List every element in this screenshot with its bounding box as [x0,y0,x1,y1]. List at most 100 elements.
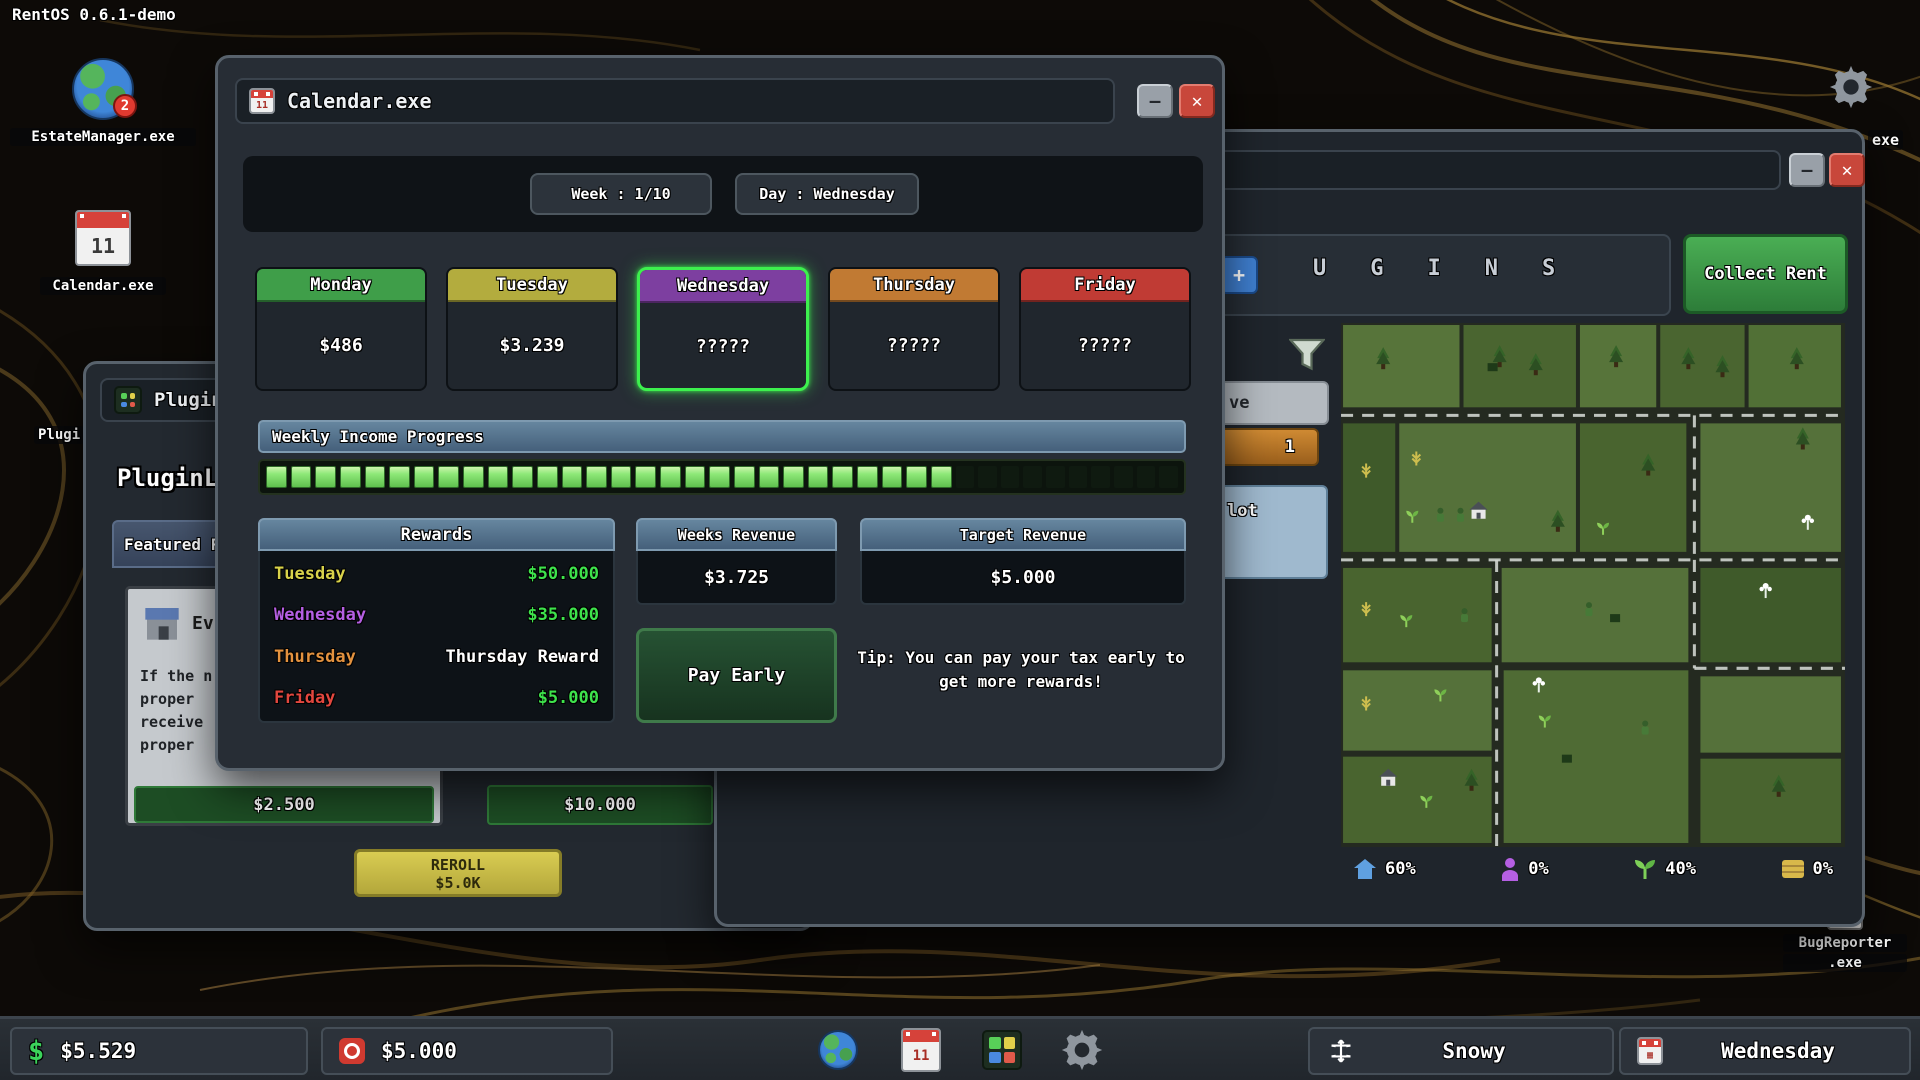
plugins-icon [114,386,142,414]
progress-segment [1023,466,1042,488]
price-button[interactable]: $2.500 [134,786,434,823]
weekday-display[interactable]: ▦ Wednesday [1619,1027,1911,1075]
taskbar: $ $5.529 $5.000 11 Snowy [0,1016,1920,1080]
money-value: $5.529 [60,1039,136,1063]
calendar-window-titlebar[interactable]: 11 Calendar.exe [235,78,1115,124]
calendar-header-panel [243,156,1203,232]
day-button[interactable]: Day : Wednesday [735,173,919,215]
weekly-progress-bar [258,459,1186,495]
day-value: ????? [640,303,806,389]
reward-value: $50.000 [527,564,599,584]
minimize-button[interactable]: – [1137,84,1173,118]
reward-row: Tuesday $50.000 [274,554,599,594]
window-calendar[interactable]: 11 Calendar.exe – ✕ Week : 1/10 Day : We… [215,55,1225,771]
plugins-tab-letters[interactable]: U G I N S [1313,256,1555,281]
estate-map[interactable] [1341,323,1845,847]
progress-segment [488,466,509,488]
desktop: RentOS 0.6.1-demo 2 EstateManager.exe 11… [0,0,1920,1080]
reward-day: Wednesday [274,605,366,625]
slot-count-button[interactable]: 1 [1209,428,1319,466]
day-card-tuesday[interactable]: Tuesday $3.239 [446,267,618,391]
progress-segment [660,466,681,488]
pay-early-button[interactable]: Pay Early [636,628,837,723]
progress-segment [906,466,927,488]
progress-segment [414,466,435,488]
taskbar-calendar-icon[interactable]: 11 [901,1028,941,1072]
day-name: Tuesday [448,269,616,302]
reroll-button[interactable]: REROLL $5.0K [354,849,562,897]
icon-calendar[interactable]: 11 Calendar.exe [40,210,166,295]
card-text-line: proper [140,734,212,757]
plant-icon [1633,857,1657,881]
icon-label: .exe [1783,954,1907,972]
day-name: Thursday [830,269,998,302]
reward-day: Tuesday [274,564,346,584]
day-card-monday[interactable]: Monday $486 [255,267,427,391]
plugin-icon-label-fragment: Plugi [34,426,84,444]
reward-value: $35.000 [527,605,599,625]
day-name: Wednesday [640,270,806,303]
progress-segment [562,466,583,488]
progress-segment [1114,466,1133,488]
rewards-panel: Tuesday $50.000 Wednesday $35.000 Thursd… [258,551,615,723]
exe-label-fragment: exe [1868,130,1903,150]
progress-segment [635,466,656,488]
tab-letter: G [1370,256,1383,281]
card-text-line: proper [140,688,212,711]
close-button[interactable]: ✕ [1179,84,1215,118]
close-button[interactable]: ✕ [1829,153,1865,187]
progress-segment [709,466,730,488]
tip-line: Tip: You can pay your tax early to [846,646,1196,670]
slot-label-fragment: lot [1227,501,1258,521]
window-title: Plugin [154,389,223,411]
progress-segment [611,466,632,488]
estate-stats-bar: 60% 0% 40% 0% [1341,849,1845,889]
settings-gear-icon[interactable] [1828,64,1874,110]
progress-segment [512,466,533,488]
day-card-wednesday[interactable]: Wednesday ????? [637,267,809,391]
weekly-progress-label: Weekly Income Progress [258,420,1186,453]
icon-estatemanager[interactable]: 2 EstateManager.exe [10,58,196,146]
reward-row: Thursday Thursday Reward [274,637,599,677]
money-display[interactable]: $ $5.529 [10,1027,308,1075]
weather-display[interactable]: Snowy [1308,1027,1614,1075]
progress-segment [340,466,361,488]
reward-value: Thursday Reward [445,647,599,667]
progress-segment [1137,466,1156,488]
page-title: PluginL [117,464,218,492]
progress-segment [956,466,975,488]
collect-rent-button[interactable]: Collect Rent [1683,234,1848,314]
tax-value: $5.000 [381,1039,457,1063]
add-plugin-icon[interactable]: + [1220,256,1258,294]
filter-funnel-icon[interactable] [1289,338,1325,372]
day-card-thursday[interactable]: Thursday ????? [828,267,1000,391]
progress-segment [537,466,558,488]
day-card-friday[interactable]: Friday ????? [1019,267,1191,391]
reroll-label: REROLL [357,856,559,874]
taskbar-plugins-icon[interactable] [982,1030,1022,1070]
second-price-button[interactable]: $10.000 [487,785,713,825]
progress-segment [315,466,336,488]
progress-segment [586,466,607,488]
week-button[interactable]: Week : 1/10 [530,173,712,215]
progress-segment [1046,466,1065,488]
card-title: Ev [192,613,214,634]
date-calendar-icon: ▦ [1637,1037,1663,1065]
progress-segment [291,466,312,488]
minimize-button[interactable]: – [1789,153,1825,187]
progress-segment [1069,466,1088,488]
active-label-fragment: ve [1229,393,1249,413]
tax-icon [339,1038,365,1064]
taskbar-gear-icon[interactable] [1060,1028,1104,1072]
taskbar-globe-icon[interactable] [818,1030,858,1070]
tax-tip: Tip: You can pay your tax early to get m… [846,646,1196,694]
tab-letter: N [1485,256,1498,281]
progress-segment [931,466,952,488]
os-brand: RentOS 0.6.1-demo [12,5,176,24]
reroll-cost: $5.0K [357,874,559,892]
window-title: Calendar.exe [287,89,432,113]
estate-notification-badge: 2 [113,94,137,118]
stat-hay: 0% [1781,859,1833,879]
tax-display[interactable]: $5.000 [321,1027,613,1075]
progress-segment [808,466,829,488]
